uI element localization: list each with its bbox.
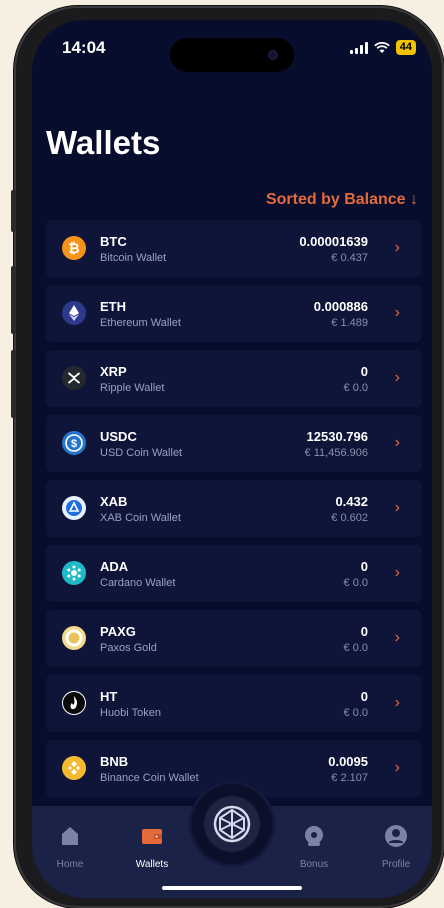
tab-wallets[interactable]: Wallets [122,824,182,870]
paxg-icon [62,626,86,650]
page-title: Wallets [46,124,161,161]
wallet-fiat-value: € 0.0 [343,642,368,654]
xab-icon [62,496,86,520]
camera-icon [268,50,278,60]
cardano-icon [62,561,86,585]
wallet-symbol: XAB [100,494,128,509]
wallet-balance: 0 [360,624,368,639]
tab-label: Bonus [299,859,329,870]
wallet-fiat-value: € 0.0 [343,707,368,719]
home-icon [62,827,78,845]
svg-text:₿: ₿ [68,240,79,256]
wallet-balance: 0.432 [335,494,368,509]
wallet-symbol: PAXG [100,624,136,639]
wallet-row-ht[interactable]: HT Huobi Token 0 € 0.0 › [46,675,422,732]
wallet-row-xab[interactable]: XAB XAB Coin Wallet 0.432 € 0.602 › [46,480,422,537]
wallet-symbol: BNB [100,754,129,769]
wallet-balance: 12530.796 [306,429,368,444]
tab-label: Profile [381,859,411,870]
chevron-right-icon: › [394,499,400,516]
svg-text:$: $ [71,438,77,450]
chevron-right-icon: › [394,759,400,776]
wifi-icon [374,41,390,53]
wallet-fiat-value: € 2.107 [331,772,368,784]
chevron-right-icon: › [394,304,400,321]
wallet-row-paxg[interactable]: PAXG Paxos Gold 0 € 0.0 › [46,610,422,667]
huobi-icon [62,691,86,715]
wallet-fiat-value: € 11,456.906 [304,447,368,459]
wallet-balance: 0.0095 [328,754,368,769]
chevron-right-icon: › [394,629,400,646]
wallet-row-ada[interactable]: ADA Cardano Wallet 0 € 0.0 › [46,545,422,602]
wallet-balance: 0 [360,364,368,379]
side-button [11,350,16,418]
wallet-name: Paxos Gold [100,642,157,654]
wallet-symbol: USDC [100,429,137,444]
wallet-balance: 0.00001639 [299,234,368,249]
app-screen: 14:04 44 Wallets Sorted by Balance ↓ ₿ B… [32,20,432,898]
wallet-fiat-value: € 0.437 [331,252,368,264]
network-icon [204,796,260,852]
wallet-name: USD Coin Wallet [100,447,183,459]
wallet-fiat-value: € 0.0 [343,577,368,589]
wallet-symbol: ADA [100,559,129,574]
exchange-button[interactable] [192,784,272,864]
wallet-name: Ripple Wallet [100,382,165,394]
tab-profile[interactable]: Profile [366,824,426,870]
signal-icon [349,41,368,54]
wallet-name: Ethereum Wallet [100,317,181,329]
wallet-name: Bitcoin Wallet [100,252,167,264]
usdc-icon: $ [62,431,86,455]
wallet-name: Cardano Wallet [100,577,176,589]
wallet-fiat-value: € 1.489 [331,317,368,329]
tab-label: Home [56,859,84,870]
ethereum-icon [62,301,86,325]
wallet-row-usdc[interactable]: $ USDC USD Coin Wallet 12530.796 € 11,45… [46,415,422,472]
wallet-list: ₿ BTC Bitcoin Wallet 0.00001639 € 0.437 … [46,220,422,805]
wallet-icon [142,829,162,844]
chevron-right-icon: › [394,239,400,256]
status-bar: 14:04 44 [32,20,432,80]
wallet-symbol: ETH [100,299,126,314]
battery-icon: 44 [395,40,416,55]
side-button [11,190,16,232]
wallet-name: XAB Coin Wallet [100,512,181,524]
chevron-right-icon: › [394,369,400,386]
status-icons: 44 [349,40,416,55]
chevron-right-icon: › [394,564,400,581]
side-button [11,266,16,334]
xrp-icon [62,366,86,390]
chevron-right-icon: › [394,694,400,711]
wallet-symbol: XRP [100,364,127,379]
wallet-row-xrp[interactable]: XRP Ripple Wallet 0 € 0.0 › [46,350,422,407]
wallet-balance: 0.000886 [313,299,368,314]
tab-bonus[interactable]: Bonus [284,824,344,870]
bnb-icon [62,756,86,780]
bonus-icon [305,826,323,846]
status-time: 14:04 [62,38,106,57]
wallet-symbol: HT [100,689,118,704]
wallet-balance: 0 [360,689,368,704]
bitcoin-icon: ₿ [62,236,86,260]
sort-toggle[interactable]: Sorted by Balance ↓ [266,191,418,209]
wallet-symbol: BTC [100,234,127,249]
home-indicator [162,886,302,890]
wallet-name: Binance Coin Wallet [100,772,199,784]
tab-label: Wallets [135,859,169,870]
wallet-row-btc[interactable]: ₿ BTC Bitcoin Wallet 0.00001639 € 0.437 … [46,220,422,277]
tab-bar: Home Wallets Bonus Profile [32,784,432,898]
dynamic-island [170,38,294,72]
chevron-right-icon: › [394,434,400,451]
wallet-fiat-value: € 0.602 [331,512,368,524]
profile-icon [385,825,407,847]
tab-home[interactable]: Home [40,824,100,870]
wallet-balance: 0 [360,559,368,574]
wallet-row-eth[interactable]: ETH Ethereum Wallet 0.000886 € 1.489 › [46,285,422,342]
wallet-fiat-value: € 0.0 [343,382,368,394]
wallet-name: Huobi Token [100,707,161,719]
